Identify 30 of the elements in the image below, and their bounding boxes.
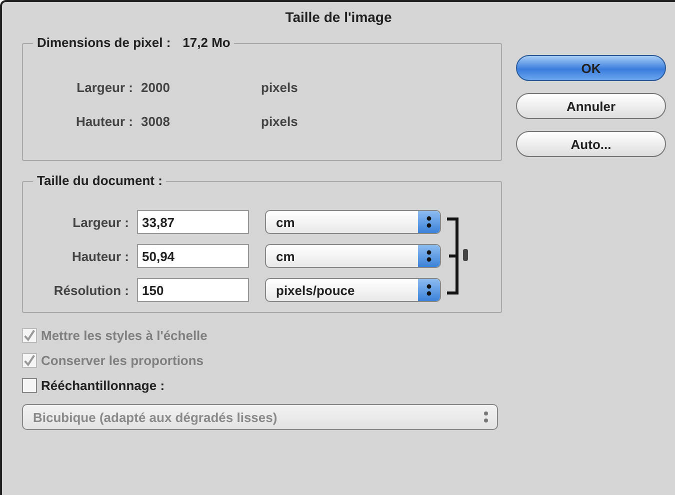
field-label: Hauteur : — [74, 114, 133, 128]
dialog-button[interactable]: OK — [516, 55, 666, 81]
checkbox-label: Rééchantillonnage : — [41, 378, 165, 393]
group-legend: Taille du document : — [37, 173, 162, 188]
stepper-icon — [425, 249, 433, 263]
unit-dropdown[interactable]: cm — [265, 244, 441, 268]
window-title: Taille de l'image — [284, 8, 393, 27]
stepper-icon — [425, 283, 433, 297]
pixel-value: 2000 — [140, 80, 171, 94]
input-field[interactable]: 50,94 — [137, 244, 249, 268]
pixel-value: 3008 — [140, 114, 171, 128]
field-label: Largeur : — [76, 80, 133, 94]
checkbox-label: Mettre les styles à l'échelle — [41, 328, 208, 343]
checkbox-label: Conserver les proportions — [41, 353, 204, 368]
unit-dropdown[interactable]: cm — [265, 210, 441, 234]
file-size: 17,2 Mo — [182, 35, 230, 50]
unit-label: pixels — [261, 80, 298, 94]
stepper-icon — [482, 410, 490, 424]
dialog-button[interactable]: Annuler — [516, 93, 666, 119]
input-field[interactable]: 150 — [137, 278, 249, 302]
group-legend: Dimensions de pixel : — [37, 35, 171, 50]
input-field[interactable]: 33,87 — [137, 210, 249, 234]
unit-dropdown[interactable]: pixels/pouce — [265, 278, 441, 302]
field-label: Largeur : — [72, 214, 129, 230]
stepper-icon — [425, 215, 433, 229]
field-label: Hauteur : — [70, 248, 129, 264]
field-label: Résolution : — [52, 282, 129, 298]
dialog-button[interactable]: Auto... — [516, 131, 666, 157]
unit-label: pixels — [261, 114, 298, 128]
checkbox[interactable] — [22, 378, 37, 393]
